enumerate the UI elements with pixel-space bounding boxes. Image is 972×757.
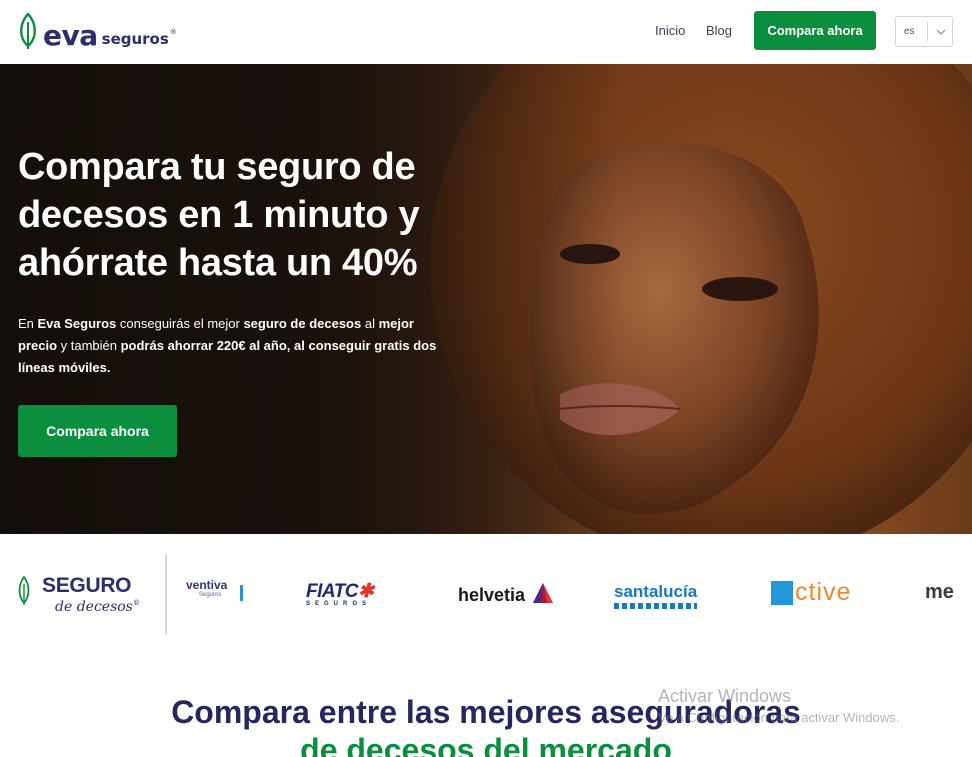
eva-seguros-logo[interactable]: eva seguros ® bbox=[17, 10, 177, 50]
active-logo-box bbox=[771, 581, 793, 605]
nav-link-inicio[interactable]: Inicio bbox=[655, 23, 685, 38]
nav-link-blog[interactable]: Blog bbox=[706, 23, 732, 38]
leaf-icon bbox=[20, 12, 36, 49]
language-select[interactable]: es bbox=[895, 16, 953, 47]
strip-divider bbox=[165, 554, 167, 634]
logo-eva-text: eva bbox=[43, 19, 98, 52]
logo-seguros-text: seguros bbox=[101, 30, 169, 48]
windows-activation-watermark-title: Activar Windows bbox=[658, 686, 792, 706]
chevron-down-icon bbox=[936, 29, 946, 35]
hero-title: Compara tu seguro de decesos en 1 minuto… bbox=[18, 146, 420, 284]
compara-ahora-hero-button[interactable]: Compara ahora bbox=[18, 405, 177, 457]
insurer-logo-fiatc: FIATC✱ SEGUROS bbox=[306, 581, 374, 607]
insurers-logo-strip: SEGURO de decesos® ventiva Seguros FIATC… bbox=[0, 534, 972, 654]
insurer-logo-helvetia: helvetia bbox=[458, 585, 526, 605]
language-value: es bbox=[904, 26, 915, 37]
insurer-logo-santalucia: santalucía bbox=[614, 582, 698, 609]
santalucia-sub bbox=[614, 603, 698, 609]
logo-registered-mark: ® bbox=[169, 28, 177, 36]
section-title-line2: de decesos del mercado bbox=[300, 732, 672, 757]
insurer-logo-ventiva: ventiva Seguros bbox=[186, 578, 243, 601]
helvetia-triangle-icon bbox=[533, 583, 553, 603]
windows-activation-watermark-subtitle: Ve a Configuración para activar Windows. bbox=[658, 710, 900, 725]
insurer-logo-active: ctive bbox=[795, 578, 852, 606]
hero-description: En Eva Seguros conseguirás el mejor segu… bbox=[18, 316, 437, 375]
seguro-text: SEGURO bbox=[42, 574, 132, 597]
de-decesos-text: de decesos® bbox=[55, 599, 140, 615]
site-header: eva seguros ® Inicio Blog Compara ahora … bbox=[0, 0, 972, 64]
hero-overlay bbox=[0, 64, 620, 534]
language-select-divider bbox=[927, 22, 928, 41]
hero-section: Compara tu seguro de decesos en 1 minuto… bbox=[0, 64, 972, 534]
insurer-logo-me: me bbox=[925, 581, 954, 603]
leaf-icon bbox=[18, 576, 30, 605]
seguro-de-decesos-logo: SEGURO de decesos® bbox=[17, 574, 152, 618]
compara-ahora-header-button[interactable]: Compara ahora bbox=[754, 11, 876, 50]
